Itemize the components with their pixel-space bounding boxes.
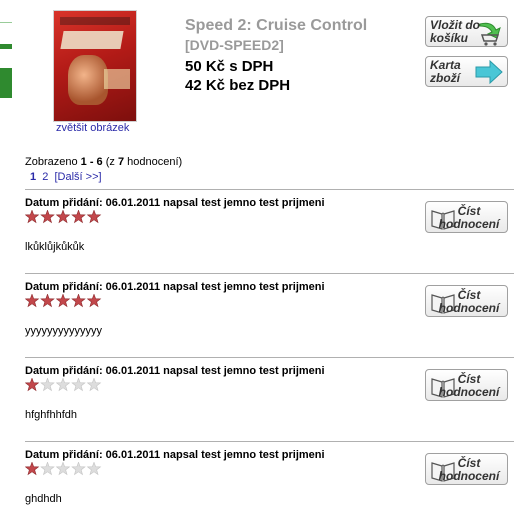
review-text: lkůklůjkůkůk: [25, 241, 85, 253]
price-without-vat: 42 Kč bez DPH: [185, 77, 291, 94]
sidebar-green-bar: [0, 44, 12, 49]
star-icon: [71, 461, 86, 476]
star-icon: [24, 377, 40, 392]
star-icon: [86, 293, 102, 308]
star-icon: [86, 209, 102, 224]
product-code: [DVD-SPEED2]: [185, 37, 284, 53]
star-icon: [24, 209, 40, 224]
page-2-link[interactable]: 2: [42, 171, 48, 183]
star-icon: [24, 461, 40, 476]
product-title: Speed 2: Cruise Control: [185, 17, 368, 34]
review-header: Datum přidání: 06.01.2011 napsal test je…: [25, 197, 325, 209]
rating-stars: [24, 461, 105, 476]
read-review-button[interactable]: Číst hodnocení: [425, 369, 508, 401]
arrow-right-icon: [475, 60, 503, 84]
add-to-cart-button[interactable]: Vložit do košíku: [425, 16, 508, 47]
read-review-button[interactable]: Číst hodnocení: [425, 453, 508, 485]
read-review-label: Číst hodnocení: [438, 372, 500, 399]
page-1-current: 1: [30, 171, 37, 183]
pagination: 1 2 [Další >>]: [30, 171, 102, 183]
results-summary: Zobrazeno 1 - 6 (z 7 hodnocení): [25, 156, 183, 168]
star-icon: [55, 461, 71, 476]
review-header: Datum přidání: 06.01.2011 napsal test je…: [25, 365, 325, 377]
star-icon: [55, 209, 71, 224]
shown-range: 1 - 6: [80, 156, 103, 168]
product-card-button[interactable]: Karta zboží: [425, 56, 508, 87]
review-separator: [25, 357, 514, 358]
read-review-button[interactable]: Číst hodnocení: [425, 201, 508, 233]
read-review-label: Číst hodnocení: [438, 288, 500, 315]
review-separator: [25, 273, 514, 274]
review-separator: [25, 441, 514, 442]
left-sidebar-edge: [0, 0, 12, 518]
read-review-button[interactable]: Číst hodnocení: [425, 285, 508, 317]
product-cover-image[interactable]: [53, 10, 137, 122]
star-icon: [40, 461, 55, 476]
sidebar-divider: [0, 22, 12, 23]
rating-stars: [24, 293, 105, 308]
star-icon: [40, 293, 55, 308]
star-icon: [40, 377, 55, 392]
star-icon: [71, 293, 86, 308]
star-icon: [71, 209, 86, 224]
rating-stars: [24, 209, 105, 224]
review-text: yyyyyyyyyyyyyy: [25, 325, 102, 337]
star-icon: [24, 293, 40, 308]
sidebar-green-block: [0, 68, 12, 98]
star-icon: [40, 209, 55, 224]
rating-stars: [24, 377, 105, 392]
review-text: ghdhdh: [25, 493, 62, 505]
star-icon: [86, 461, 102, 476]
review-header: Datum přidání: 06.01.2011 napsal test je…: [25, 281, 325, 293]
star-icon: [55, 377, 71, 392]
review-text: hfghfhhfdh: [25, 409, 77, 421]
star-icon: [71, 377, 86, 392]
enlarge-image-link[interactable]: zvětšit obrázek: [56, 122, 129, 134]
review-header: Datum přidání: 06.01.2011 napsal test je…: [25, 449, 325, 461]
next-page-link[interactable]: [Další >>]: [55, 171, 102, 183]
star-icon: [86, 377, 102, 392]
cart-arrow-icon: [479, 22, 501, 46]
star-icon: [55, 293, 71, 308]
price-with-vat: 50 Kč s DPH: [185, 58, 274, 75]
read-review-label: Číst hodnocení: [438, 204, 500, 231]
review-separator: [25, 189, 514, 190]
read-review-label: Číst hodnocení: [438, 456, 500, 483]
